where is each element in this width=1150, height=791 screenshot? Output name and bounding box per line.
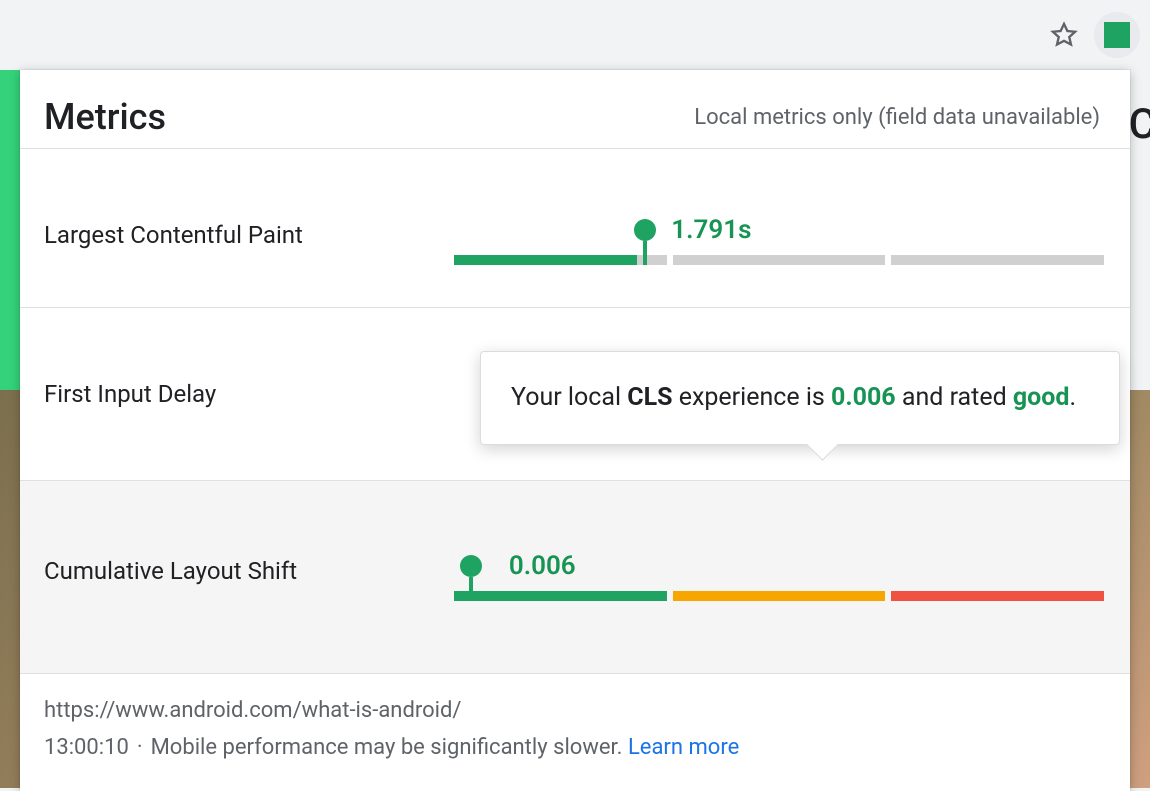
footer-note: Mobile performance may be significantly … bbox=[151, 735, 623, 760]
panel-title: Metrics bbox=[44, 96, 166, 138]
footer-time: 13:00:10 bbox=[44, 735, 129, 760]
metric-label: Cumulative Layout Shift bbox=[44, 557, 454, 585]
gauge-segment-good bbox=[454, 255, 667, 265]
tooltip-rating: good bbox=[1013, 383, 1070, 412]
gauge-segment-poor bbox=[891, 591, 1104, 601]
gauge-marker bbox=[643, 241, 647, 265]
gauge-track bbox=[454, 255, 1104, 265]
page-content-peek: C bbox=[1129, 100, 1150, 149]
star-icon bbox=[1050, 21, 1078, 49]
gauge-segment-needs-improvement bbox=[673, 255, 886, 265]
bookmark-star-button[interactable] bbox=[1048, 19, 1080, 51]
footer-url: https://www.android.com/what-is-android/ bbox=[44, 692, 1106, 729]
metric-row-lcp: Largest Contentful Paint 1.791s bbox=[20, 148, 1130, 307]
gauge-marker bbox=[469, 577, 473, 601]
tooltip-text: . bbox=[1069, 383, 1076, 412]
metric-value: 0.006 bbox=[509, 551, 576, 581]
panel-header: Metrics Local metrics only (field data u… bbox=[20, 70, 1130, 148]
tooltip-metric-abbrev: CLS bbox=[627, 383, 672, 412]
tooltip-text: Your local bbox=[511, 383, 627, 412]
extension-status-icon bbox=[1104, 22, 1130, 48]
separator-dot: · bbox=[137, 735, 143, 760]
metric-value: 1.791s bbox=[671, 215, 751, 245]
extension-badge[interactable] bbox=[1094, 12, 1140, 58]
panel-subtitle: Local metrics only (field data unavailab… bbox=[694, 105, 1100, 130]
gauge-segment-good bbox=[454, 591, 667, 601]
metric-gauge-cls: 0.006 bbox=[454, 541, 1130, 601]
web-vitals-panel: Metrics Local metrics only (field data u… bbox=[20, 70, 1130, 791]
gauge-segment-poor bbox=[891, 255, 1104, 265]
metric-label: Largest Contentful Paint bbox=[44, 221, 454, 249]
metric-row-cls: Cumulative Layout Shift 0.006 Your local… bbox=[20, 480, 1130, 673]
metric-tooltip: Your local CLS experience is 0.006 and r… bbox=[480, 351, 1120, 445]
gauge-marker-dot bbox=[634, 219, 656, 241]
tooltip-text: experience is bbox=[673, 383, 832, 412]
metric-label: First Input Delay bbox=[44, 380, 454, 408]
tooltip-text: and rated bbox=[896, 383, 1013, 412]
metric-gauge-lcp: 1.791s bbox=[454, 205, 1130, 265]
panel-footer: https://www.android.com/what-is-android/… bbox=[20, 673, 1130, 791]
footer-line: 13:00:10 · Mobile performance may be signi… bbox=[44, 729, 1106, 766]
gauge-marker-dot bbox=[460, 555, 482, 577]
tooltip-value: 0.006 bbox=[831, 383, 896, 412]
gauge-track bbox=[454, 591, 1104, 601]
browser-toolbar bbox=[0, 0, 1150, 70]
learn-more-link[interactable]: Learn more bbox=[628, 735, 739, 760]
gauge-segment-needs-improvement bbox=[673, 591, 886, 601]
